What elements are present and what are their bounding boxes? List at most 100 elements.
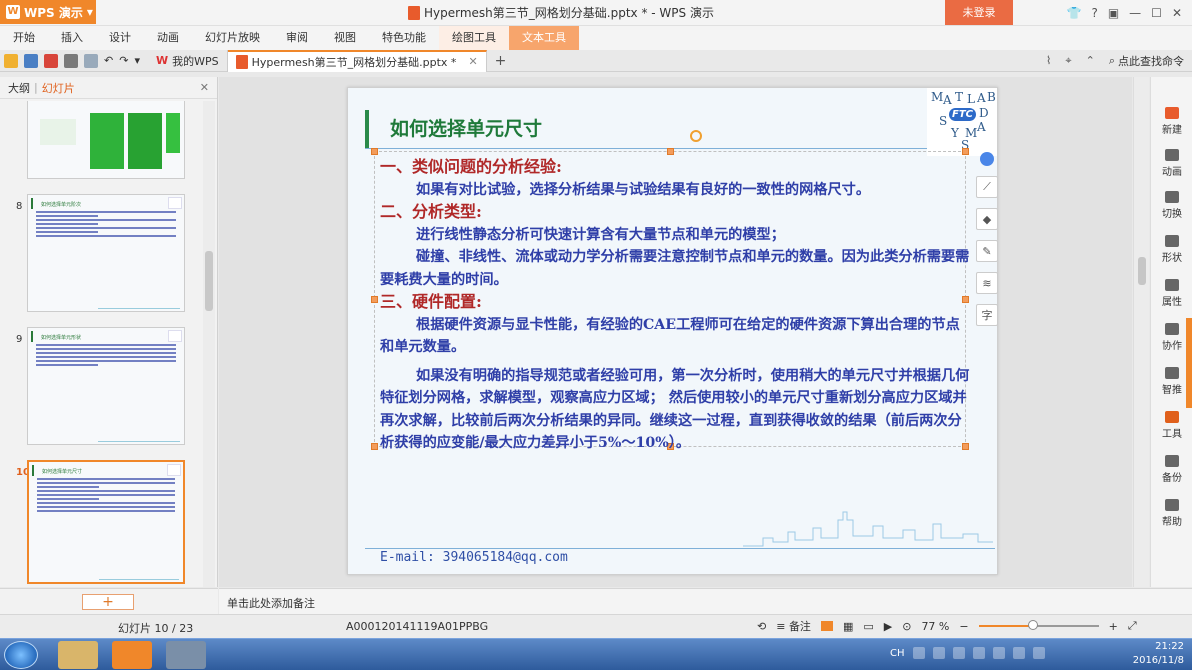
scrollbar-thumb[interactable] bbox=[1138, 257, 1146, 285]
slide-scrollbar[interactable] bbox=[1133, 77, 1149, 587]
zoom-level[interactable]: 77 % bbox=[921, 620, 949, 633]
tray-icon[interactable] bbox=[912, 647, 925, 659]
rp-tools[interactable]: 工具 bbox=[1151, 411, 1192, 440]
export-pdf-icon[interactable] bbox=[44, 53, 58, 68]
add-slide-button[interactable]: + bbox=[82, 594, 134, 610]
menu-drawing-tools[interactable]: 绘图工具 bbox=[439, 26, 509, 50]
input-language[interactable]: CH bbox=[890, 648, 905, 659]
resize-handle[interactable] bbox=[371, 148, 378, 155]
location-icon[interactable]: ⊙ bbox=[902, 620, 911, 633]
layers-icon[interactable]: ≋ bbox=[976, 272, 998, 294]
broom-icon[interactable]: ⌇ bbox=[1046, 54, 1051, 67]
notes-pane[interactable]: 单击此处添加备注 bbox=[219, 588, 1192, 614]
open-folder-icon[interactable] bbox=[4, 53, 18, 68]
reading-view-icon[interactable]: ▭ bbox=[863, 620, 873, 633]
menu-text-tools[interactable]: 文本工具 bbox=[509, 26, 579, 50]
slide-thumb-10[interactable]: 如何选择单元尺寸 bbox=[27, 460, 185, 584]
menu-home[interactable]: 开始 bbox=[0, 26, 48, 50]
rp-new[interactable]: 新建 bbox=[1151, 107, 1192, 136]
customize-dropdown-icon[interactable]: ▾ bbox=[134, 54, 140, 67]
resize-handle[interactable] bbox=[962, 148, 969, 155]
rp-help[interactable]: 帮助 bbox=[1151, 499, 1192, 528]
backup-status-icon[interactable]: ⟲ bbox=[757, 620, 766, 633]
zoom-slider-knob[interactable] bbox=[1027, 620, 1038, 630]
print-preview-icon[interactable] bbox=[84, 53, 98, 68]
panel-close-icon[interactable]: ✕ bbox=[200, 81, 209, 94]
windows-start-button[interactable] bbox=[4, 641, 38, 669]
hypermesh-taskbar-icon[interactable] bbox=[166, 641, 206, 669]
footer-email[interactable]: E-mail: 394065184@qq.com bbox=[380, 550, 568, 565]
expand-ribbon-icon[interactable]: ⌃ bbox=[1086, 54, 1095, 67]
zoom-out-icon[interactable]: − bbox=[959, 620, 968, 633]
wps-presentation-taskbar-icon[interactable] bbox=[112, 641, 152, 669]
resize-handle[interactable] bbox=[371, 443, 378, 450]
transition-icon bbox=[1165, 191, 1179, 203]
menu-view[interactable]: 视图 bbox=[321, 26, 369, 50]
normal-view-icon[interactable] bbox=[820, 621, 833, 631]
notes-toggle[interactable]: ≡ 备注 bbox=[776, 618, 811, 634]
tray-icon[interactable] bbox=[992, 647, 1005, 659]
tab-slides[interactable]: 幻灯片 bbox=[42, 80, 75, 96]
tab-document[interactable]: Hypermesh第三节_网格划分基础.pptx * ✕ bbox=[227, 49, 487, 72]
fill-color-icon[interactable]: ◆ bbox=[976, 208, 998, 230]
file-explorer-icon[interactable] bbox=[58, 641, 98, 669]
collapse-icon[interactable] bbox=[980, 152, 994, 166]
search-command[interactable]: ⌕ 点此查找命令 bbox=[1109, 53, 1184, 69]
play-slideshow-icon[interactable]: ▶ bbox=[884, 620, 892, 633]
slide-body-text[interactable]: 一、类似问题的分析经验: 如果有对比试验，选择分析结果与试验结果有良好的一致性的… bbox=[380, 156, 970, 455]
redo-icon[interactable]: ↷ bbox=[119, 54, 128, 67]
menu-review[interactable]: 审阅 bbox=[273, 26, 321, 50]
text-format-icon[interactable]: 字 bbox=[976, 304, 998, 326]
volume-icon[interactable] bbox=[1032, 647, 1045, 659]
thumbnail-scrollbar[interactable] bbox=[203, 101, 215, 587]
shape-style-icon[interactable]: ⟋ bbox=[976, 176, 998, 198]
sorter-view-icon[interactable]: ▦ bbox=[843, 620, 853, 633]
panel-expand-tab[interactable] bbox=[1186, 318, 1192, 408]
menu-features[interactable]: 特色功能 bbox=[369, 26, 439, 50]
rp-shape[interactable]: 形状 bbox=[1151, 235, 1192, 264]
help-icon[interactable]: ? bbox=[1091, 6, 1097, 20]
menu-slideshow[interactable]: 幻灯片放映 bbox=[192, 26, 273, 50]
tab-my-wps[interactable]: W 我的WPS bbox=[148, 49, 228, 72]
scrollbar-thumb[interactable] bbox=[205, 251, 213, 311]
fit-window-icon[interactable]: ⤢ bbox=[1128, 619, 1137, 633]
login-button[interactable]: 未登录 bbox=[945, 0, 1013, 25]
rp-properties[interactable]: 属性 bbox=[1151, 279, 1192, 308]
menu-insert[interactable]: 插入 bbox=[48, 26, 96, 50]
rp-transition[interactable]: 切换 bbox=[1151, 191, 1192, 220]
tab-close-icon[interactable]: ✕ bbox=[468, 55, 477, 68]
current-slide[interactable]: 如何选择单元尺寸 M A T L A B S D Y A M S FTC 一、类… bbox=[347, 87, 998, 575]
rotate-handle[interactable] bbox=[690, 130, 702, 142]
slide-thumb-9[interactable]: 如何选择单元形状 bbox=[27, 327, 185, 445]
tray-icon[interactable] bbox=[972, 647, 985, 659]
slide-thumb-8[interactable]: 如何选择单元阶次 bbox=[27, 194, 185, 312]
new-tab-icon[interactable]: + bbox=[495, 53, 507, 69]
menu-animation[interactable]: 动画 bbox=[144, 26, 192, 50]
wps-app-menu-button[interactable]: W WPS 演示 ▾ bbox=[0, 0, 96, 24]
undo-icon[interactable]: ↶ bbox=[104, 54, 113, 67]
minimize-icon[interactable]: — bbox=[1129, 6, 1141, 20]
save-icon[interactable] bbox=[24, 53, 38, 68]
skin-icon[interactable]: 👕 bbox=[1067, 6, 1082, 20]
pin-icon[interactable]: ⌖ bbox=[1065, 54, 1071, 68]
network-icon[interactable] bbox=[1012, 647, 1025, 659]
feedback-icon[interactable]: ▣ bbox=[1108, 6, 1119, 20]
rp-animation[interactable]: 动画 bbox=[1151, 149, 1192, 178]
rp-backup[interactable]: 备份 bbox=[1151, 455, 1192, 484]
zoom-slider[interactable] bbox=[978, 620, 1099, 630]
tray-icon[interactable] bbox=[932, 647, 945, 659]
slide-thumb-7[interactable] bbox=[27, 101, 185, 179]
clock[interactable]: 21:22 2016/11/8 bbox=[1133, 640, 1184, 668]
zoom-in-icon[interactable]: + bbox=[1109, 620, 1118, 633]
print-icon[interactable] bbox=[64, 53, 78, 68]
resize-handle[interactable] bbox=[371, 296, 378, 303]
close-icon[interactable]: ✕ bbox=[1172, 6, 1182, 20]
maximize-icon[interactable]: ☐ bbox=[1151, 6, 1162, 20]
heading-hardware: 三、硬件配置: bbox=[380, 292, 482, 311]
outline-icon[interactable]: ✎ bbox=[976, 240, 998, 262]
slide-title[interactable]: 如何选择单元尺寸 bbox=[390, 114, 542, 141]
tray-icon[interactable] bbox=[952, 647, 965, 659]
resize-handle[interactable] bbox=[667, 148, 674, 155]
menu-design[interactable]: 设计 bbox=[96, 26, 144, 50]
tab-outline[interactable]: 大纲 bbox=[8, 80, 30, 96]
